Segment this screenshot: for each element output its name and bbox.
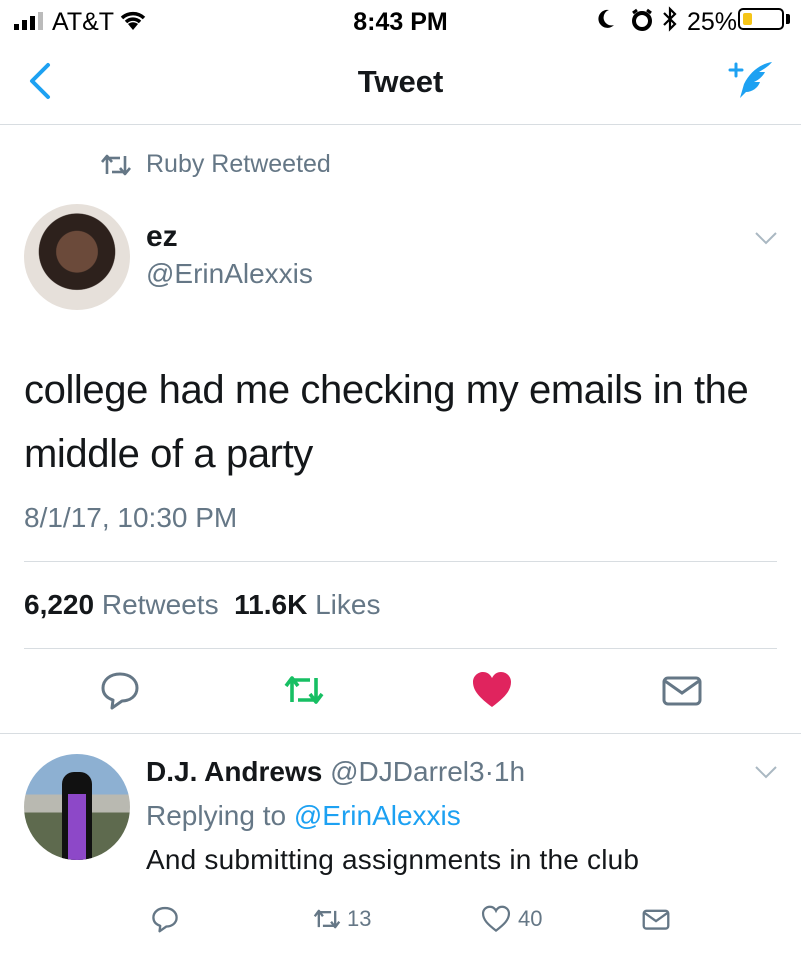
chevron-down-icon[interactable] [754,764,778,780]
divider [0,733,801,734]
likes-label: Likes [315,589,381,620]
replying-to: Replying to @ErinAlexxis [146,800,461,832]
tweet-text-line: college had me checking my emails in the [24,368,749,412]
direct-message-icon[interactable] [660,668,704,712]
retweet-icon [101,154,131,176]
replying-to-mention[interactable]: @ErinAlexxis [294,800,461,831]
reply-header: D.J. Andrews @DJDarrel3·1h [146,756,525,788]
like-count: 11.6K [234,589,308,620]
divider [0,124,801,125]
avatar[interactable] [24,204,130,310]
battery-percent: 25% [687,8,738,36]
reply-icon[interactable] [150,904,180,934]
reply-avatar[interactable] [24,754,130,860]
reply-author-handle[interactable]: @DJDarrel3 [330,756,484,787]
replying-prefix: Replying to [146,800,287,831]
status-bar: AT&T 8:43 PM 25% [0,0,801,44]
reply-like-count: 40 [518,906,543,931]
compose-tweet-icon[interactable] [726,58,776,102]
reply-icon[interactable] [98,668,142,712]
battery-cap [786,14,790,24]
like-icon[interactable] [470,668,514,712]
retweets-stat[interactable]: 6,220 Retweets [24,589,219,620]
alarm-icon [632,8,652,31]
like-icon[interactable] [480,904,512,934]
retweet-icon[interactable] [282,668,326,712]
graduate-stole [68,794,86,860]
likes-stat[interactable]: 11.6K Likes [234,589,380,620]
battery-level [743,13,752,25]
moon-icon [598,9,614,28]
retweeted-by-label[interactable]: Ruby Retweeted [146,150,331,179]
author-handle[interactable]: @ErinAlexxis [146,258,313,290]
divider [24,648,777,649]
tweet-text-line: middle of a party [24,432,313,476]
battery-icon [738,8,784,30]
direct-message-icon[interactable] [640,904,672,934]
retweet-count: 6,220 [24,589,95,620]
retweet-icon[interactable] [310,904,344,934]
retweets-label: Retweets [101,589,219,620]
author-display-name[interactable]: ez [146,220,178,254]
page-title: Tweet [357,64,444,99]
reply-retweet-count: 13 [347,906,372,931]
divider [24,561,777,562]
reply-text: And submitting assignments in the club [146,844,640,875]
chevron-down-icon[interactable] [754,230,778,246]
bluetooth-icon [663,6,677,32]
reply-author-name[interactable]: D.J. Andrews [146,756,322,787]
reply-age: 1h [493,756,526,787]
tweet-text: college had me checking my emails in the… [24,358,784,486]
engagement-stats: 6,220 Retweets 11.6K Likes [24,589,380,621]
status-time: 8:43 PM [353,8,448,36]
tweet-timestamp: 8/1/17, 10:30 PM [24,502,238,533]
separator-dot: · [484,756,494,787]
